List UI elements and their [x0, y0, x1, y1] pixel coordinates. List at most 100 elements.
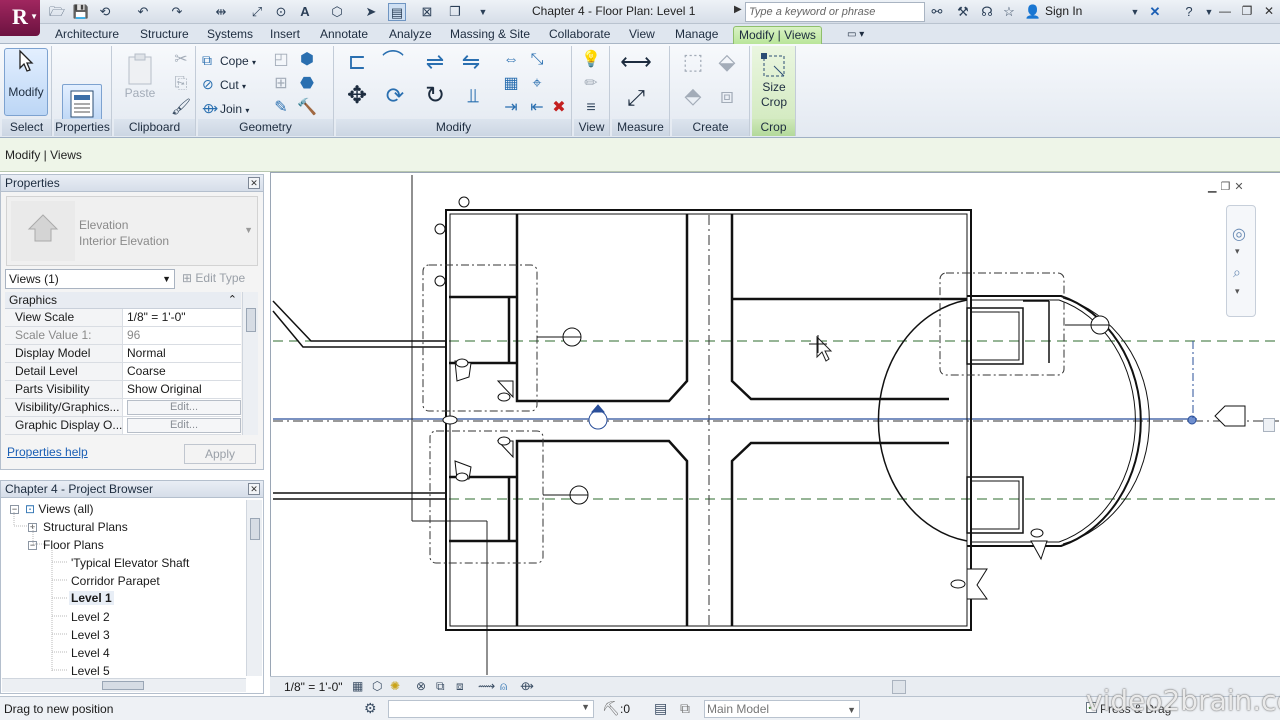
section-icon[interactable]: ➤: [362, 3, 380, 21]
modify-button[interactable]: Modify: [4, 48, 48, 116]
detail-level-icon[interactable]: ▦: [352, 679, 363, 693]
favorites-icon[interactable]: ☆: [1000, 3, 1018, 21]
mirror-draw-axis-icon[interactable]: ⇋: [456, 51, 486, 80]
properties-close-icon[interactable]: ✕: [248, 177, 260, 189]
size-crop-button[interactable]: Size Crop: [754, 48, 794, 109]
tab-annotate[interactable]: Annotate: [315, 26, 373, 44]
cut-geometry-button[interactable]: ⊘ Cut ▾: [202, 76, 246, 93]
browser-horizontal-scrollbar[interactable]: [2, 678, 246, 692]
view-window-controls[interactable]: ▁❐✕: [1208, 180, 1248, 193]
temporary-hide-icon[interactable]: ⟿: [478, 679, 495, 693]
dimension-icon[interactable]: ⤢: [248, 3, 266, 21]
align-icon[interactable]: ⊏: [342, 51, 372, 80]
trim-icon[interactable]: ⫫: [458, 86, 488, 116]
view-restore-icon[interactable]: ❐: [1220, 181, 1234, 193]
crop-view-icon[interactable]: ⧉: [436, 679, 445, 694]
paint-icon[interactable]: ⬣: [296, 74, 318, 94]
zoom-dropdown-icon[interactable]: ▾: [1235, 286, 1240, 297]
tab-collaborate[interactable]: Collaborate: [544, 26, 615, 44]
cope-button[interactable]: ⧉ Cope ▾: [202, 52, 256, 69]
ribbon-minimize-icon[interactable]: ▭ ▾: [842, 26, 869, 44]
active-workset-select[interactable]: ▼: [388, 700, 594, 718]
thin-lines-icon[interactable]: ▤: [388, 3, 406, 21]
copy-icon[interactable]: ⟳: [380, 85, 410, 116]
move-icon[interactable]: ✥: [342, 84, 372, 116]
visibility-graphics-edit-button[interactable]: Edit...: [127, 400, 241, 415]
type-selector[interactable]: Elevation Interior Elevation ▼: [6, 196, 258, 266]
search-input[interactable]: Type a keyword or phrase: [745, 2, 925, 22]
match-properties-icon[interactable]: 🖌: [170, 98, 192, 118]
show-crop-region-icon[interactable]: ⧈: [456, 679, 464, 694]
cut-clipboard-icon[interactable]: ✂: [170, 50, 192, 70]
aligned-dimension-icon[interactable]: ⤢: [618, 87, 654, 109]
hide-icon[interactable]: 💡: [580, 50, 602, 70]
user-icon[interactable]: 👤: [1024, 3, 1042, 21]
pin-icon[interactable]: ⌖: [526, 74, 548, 94]
tag-icon[interactable]: ⊙: [272, 3, 290, 21]
create-group-icon[interactable]: ⬘: [678, 85, 708, 114]
tab-analyze[interactable]: Analyze: [384, 26, 437, 44]
view-close-icon[interactable]: ✕: [1234, 181, 1247, 193]
array-icon[interactable]: ▦: [500, 74, 522, 94]
scale-icon[interactable]: ⤡: [526, 50, 548, 70]
drawing-canvas[interactable]: [270, 172, 1280, 676]
save-icon[interactable]: 💾: [72, 3, 90, 21]
switch-windows-icon[interactable]: ❐: [446, 3, 464, 21]
delete-icon[interactable]: ✖: [548, 98, 570, 118]
sign-in-button[interactable]: Sign In: [1045, 4, 1082, 18]
worksets-icon[interactable]: ⚙: [364, 700, 377, 717]
prop-row-display-model[interactable]: Display Model Normal: [5, 345, 241, 363]
close-icon[interactable]: ✕: [1258, 2, 1280, 20]
rotate-icon[interactable]: ↻: [420, 84, 450, 116]
edit-type-button[interactable]: ⊞ Edit Type: [180, 269, 258, 289]
minimize-icon[interactable]: —: [1214, 2, 1236, 20]
wheel-dropdown-icon[interactable]: ▾: [1235, 246, 1240, 257]
prop-row-scale-value[interactable]: Scale Value 1: 96: [5, 327, 241, 345]
customize-qat-icon[interactable]: ▼: [474, 3, 492, 21]
tab-manage[interactable]: Manage: [670, 26, 723, 44]
graphic-display-edit-button[interactable]: Edit...: [127, 418, 241, 433]
unpin-icon[interactable]: ⇥: [500, 98, 522, 118]
help-icon[interactable]: ?: [1180, 3, 1198, 21]
project-browser-close-icon[interactable]: ✕: [248, 483, 260, 495]
join-roof-icon[interactable]: ⬢: [296, 50, 318, 70]
analytical-model-icon[interactable]: ⟴: [520, 679, 534, 693]
restore-icon[interactable]: ❐: [1236, 2, 1258, 20]
tree-item-corridor-parapet[interactable]: Corridor Parapet: [71, 574, 160, 588]
browser-scroll-thumb[interactable]: [250, 518, 260, 540]
tab-view[interactable]: View: [624, 26, 660, 44]
prop-row-view-scale[interactable]: View Scale 1/8" = 1'-0": [5, 309, 241, 327]
mirror-pick-axis-icon[interactable]: ⇌: [420, 51, 450, 80]
join-button[interactable]: ⟴ Join ▾: [202, 100, 249, 117]
graphics-group-header[interactable]: Graphics ⌃: [5, 292, 241, 309]
tab-massing-site[interactable]: Massing & Site: [445, 26, 535, 44]
measure-icon[interactable]: ⇹: [212, 3, 230, 21]
view-scale-button[interactable]: 1/8" = 1'-0": [284, 680, 343, 694]
properties-help-link[interactable]: Properties help: [7, 445, 88, 459]
view-minimize-icon[interactable]: ▁: [1208, 181, 1220, 193]
browser-scrollbar[interactable]: [246, 500, 262, 676]
canvas-horizontal-scroll-thumb[interactable]: [892, 680, 906, 694]
split-face-icon[interactable]: ◰: [270, 50, 292, 70]
text-icon[interactable]: A: [296, 3, 314, 21]
tab-insert[interactable]: Insert: [265, 26, 305, 44]
navigation-bar[interactable]: ◎ ▾ ⌕ ▾: [1226, 205, 1256, 317]
copy-clipboard-icon[interactable]: ⎘: [170, 74, 192, 94]
sign-in-dropdown-icon[interactable]: ▼: [1126, 3, 1144, 21]
design-option-select[interactable]: Main Model ▼: [704, 700, 860, 718]
extend-icon[interactable]: ⇤: [526, 98, 548, 118]
tab-modify-views[interactable]: Modify | Views: [733, 26, 822, 44]
exchange-apps-icon[interactable]: ✕: [1146, 3, 1164, 21]
reveal-hidden-icon[interactable]: ⍝: [500, 679, 507, 694]
measure-between-icon[interactable]: ⟷: [618, 51, 654, 73]
steering-wheel-icon[interactable]: ◎: [1232, 224, 1246, 244]
paste-button[interactable]: Paste: [118, 48, 162, 100]
instance-filter-select[interactable]: Views (1) ▼: [5, 269, 175, 289]
wall-joins-icon[interactable]: ⊞: [270, 74, 292, 94]
browser-hscroll-thumb[interactable]: [102, 681, 144, 690]
subscription-icon[interactable]: ⚒: [954, 3, 972, 21]
drag-handle[interactable]: [1187, 415, 1197, 425]
design-options-icon[interactable]: ⧉: [680, 700, 690, 717]
offset-icon[interactable]: ⌒: [378, 51, 408, 80]
application-menu-button[interactable]: R ▼: [0, 0, 40, 36]
